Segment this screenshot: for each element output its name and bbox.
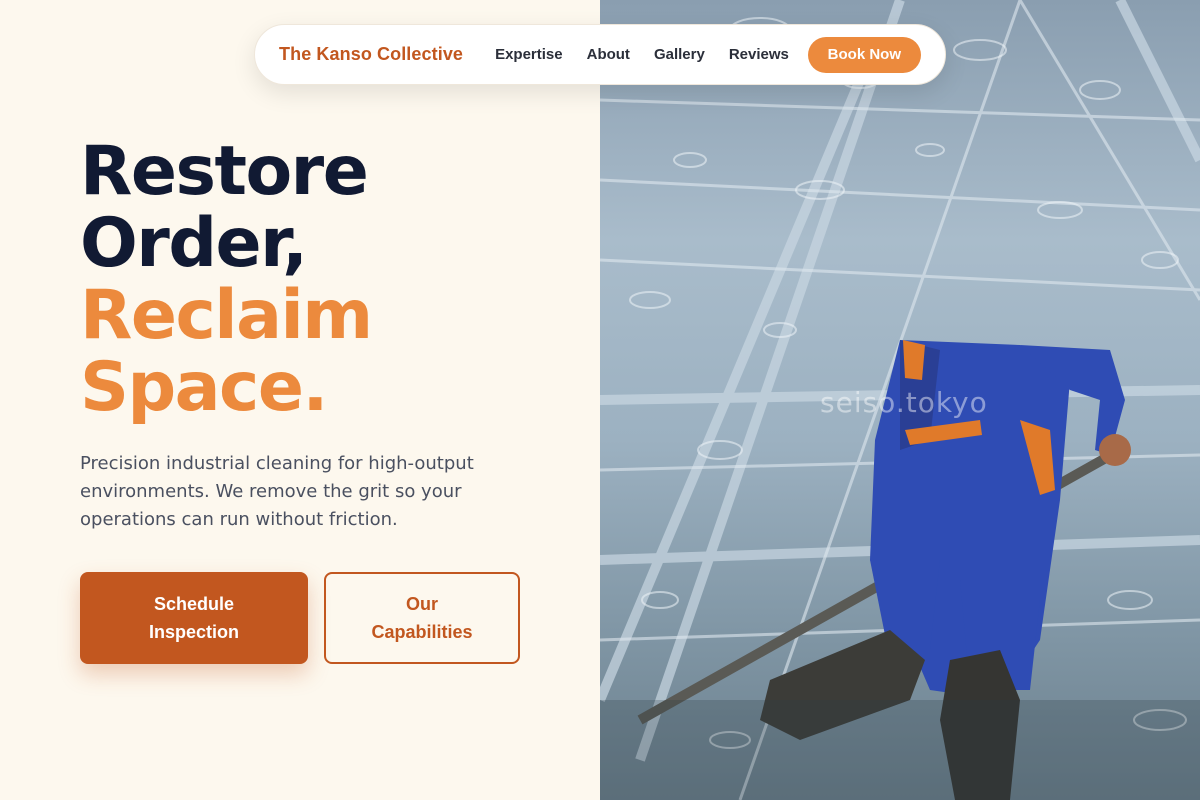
headline-line-order: Order, <box>80 204 308 283</box>
image-watermark: seiso.tokyo <box>820 386 988 419</box>
hero-left-panel: Restore Order, Reclaim Space. Precision … <box>0 0 600 800</box>
book-now-button[interactable]: Book Now <box>807 36 921 73</box>
brand-logo[interactable]: The Kanso Collective <box>279 44 463 65</box>
nav-link-expertise[interactable]: Expertise <box>495 46 563 63</box>
schedule-inspection-button[interactable]: Schedule Inspection <box>80 572 308 664</box>
our-capabilities-button[interactable]: Our Capabilities <box>324 572 520 664</box>
headline-line-reclaim: Reclaim <box>80 276 373 355</box>
nav-link-reviews[interactable]: Reviews <box>729 46 789 63</box>
hero-headline: Restore Order, Reclaim Space. <box>80 132 373 427</box>
hero-subtext: Precision industrial cleaning for high-o… <box>80 453 474 530</box>
nav-links: Expertise About Gallery Reviews <box>495 46 789 63</box>
nav-link-about[interactable]: About <box>587 46 630 63</box>
headline-line-space: Space. <box>80 348 328 427</box>
headline-line-restore: Restore <box>80 132 369 211</box>
nav-link-gallery[interactable]: Gallery <box>654 46 705 63</box>
top-navbar: The Kanso Collective Expertise About Gal… <box>254 24 946 85</box>
